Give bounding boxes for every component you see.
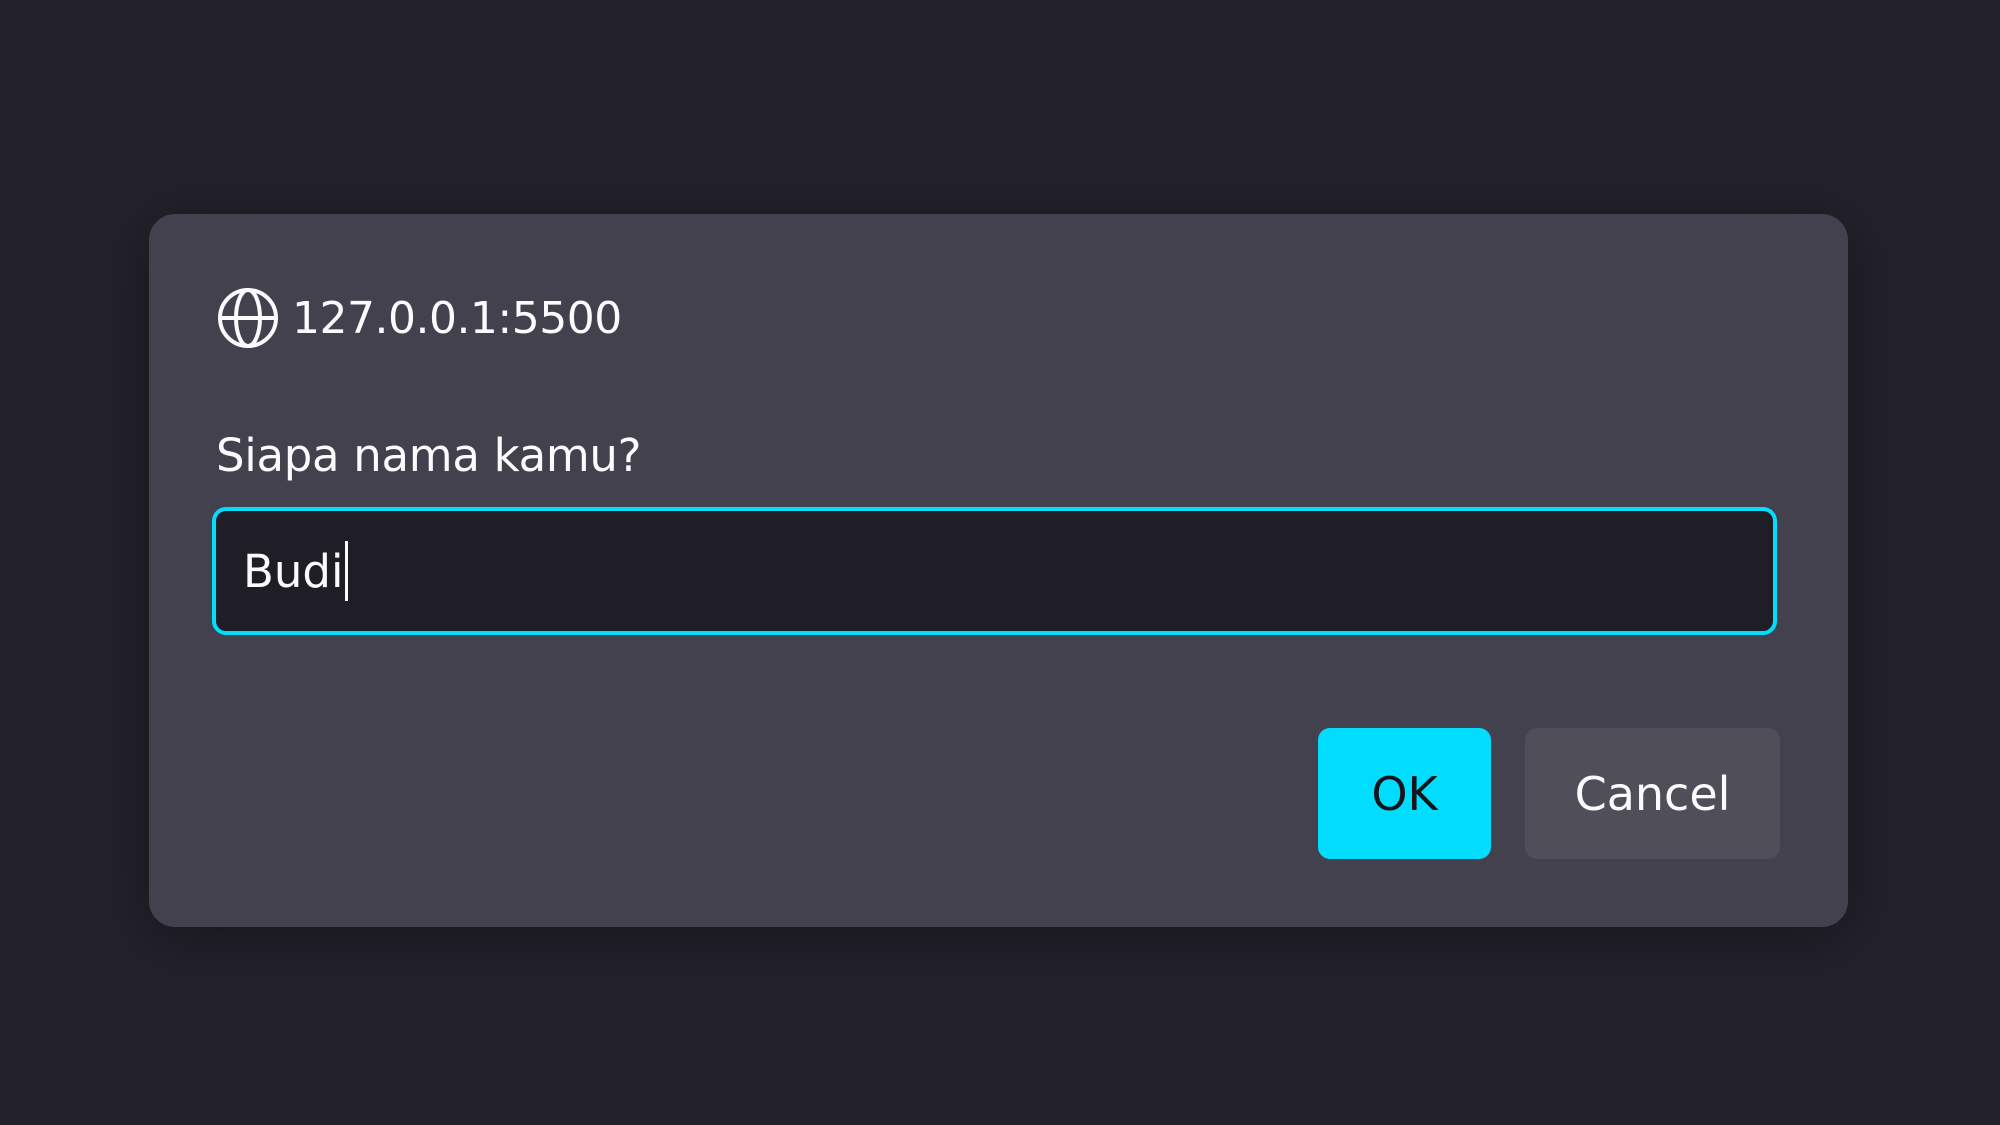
cancel-button[interactable]: Cancel: [1525, 728, 1780, 859]
prompt-text-input[interactable]: Budi: [212, 507, 1777, 635]
globe-icon: [218, 288, 278, 348]
text-caret: [345, 541, 349, 601]
ok-button[interactable]: OK: [1318, 728, 1491, 859]
dialog-origin: 127.0.0.1:5500: [292, 292, 622, 344]
dialog-origin-header: 127.0.0.1:5500: [216, 285, 622, 351]
prompt-message: Siapa nama kamu?: [216, 429, 642, 482]
input-value: Budi: [243, 544, 344, 598]
prompt-dialog: 127.0.0.1:5500 Siapa nama kamu? Budi OK …: [149, 214, 1848, 927]
